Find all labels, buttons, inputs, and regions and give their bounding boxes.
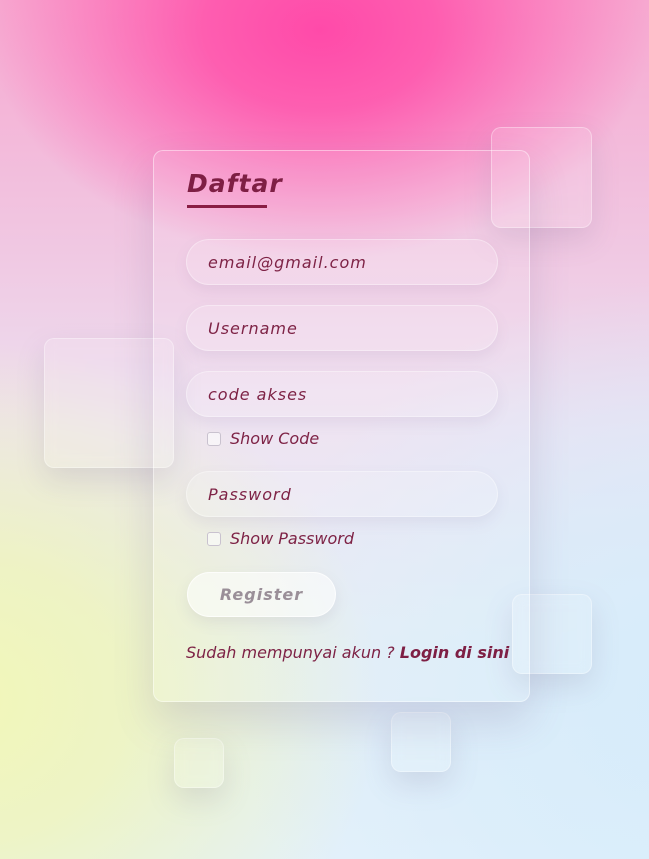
show-code-label: Show Code <box>230 429 320 448</box>
password-placeholder: Password <box>208 484 292 504</box>
form-title: Daftar <box>187 169 283 198</box>
username-placeholder: Username <box>208 318 298 338</box>
show-password-toggle[interactable]: Show Password <box>207 529 354 548</box>
password-field[interactable]: Password <box>186 471 498 517</box>
email-placeholder: email@gmail.com <box>208 252 367 272</box>
login-prompt-line: Sudah mempunyai akun ? Login di sini <box>186 643 509 662</box>
register-button[interactable]: Register <box>187 572 336 617</box>
login-link[interactable]: Login di sini <box>400 643 509 662</box>
show-password-checkbox[interactable] <box>207 531 221 546</box>
show-code-checkbox[interactable] <box>207 431 221 446</box>
show-password-label: Show Password <box>230 529 354 548</box>
login-prompt-text: Sudah mempunyai akun ? <box>186 643 400 662</box>
decorative-square <box>391 712 451 772</box>
show-code-toggle[interactable]: Show Code <box>207 429 319 448</box>
decorative-square <box>174 738 224 788</box>
register-button-label: Register <box>219 585 304 604</box>
access-code-placeholder: code akses <box>208 384 308 404</box>
username-field[interactable]: Username <box>186 305 498 351</box>
register-card: Daftar email@gmail.com Username code aks… <box>153 150 530 702</box>
title-underline <box>187 205 267 208</box>
email-field[interactable]: email@gmail.com <box>186 239 498 285</box>
access-code-field[interactable]: code akses <box>186 371 498 417</box>
